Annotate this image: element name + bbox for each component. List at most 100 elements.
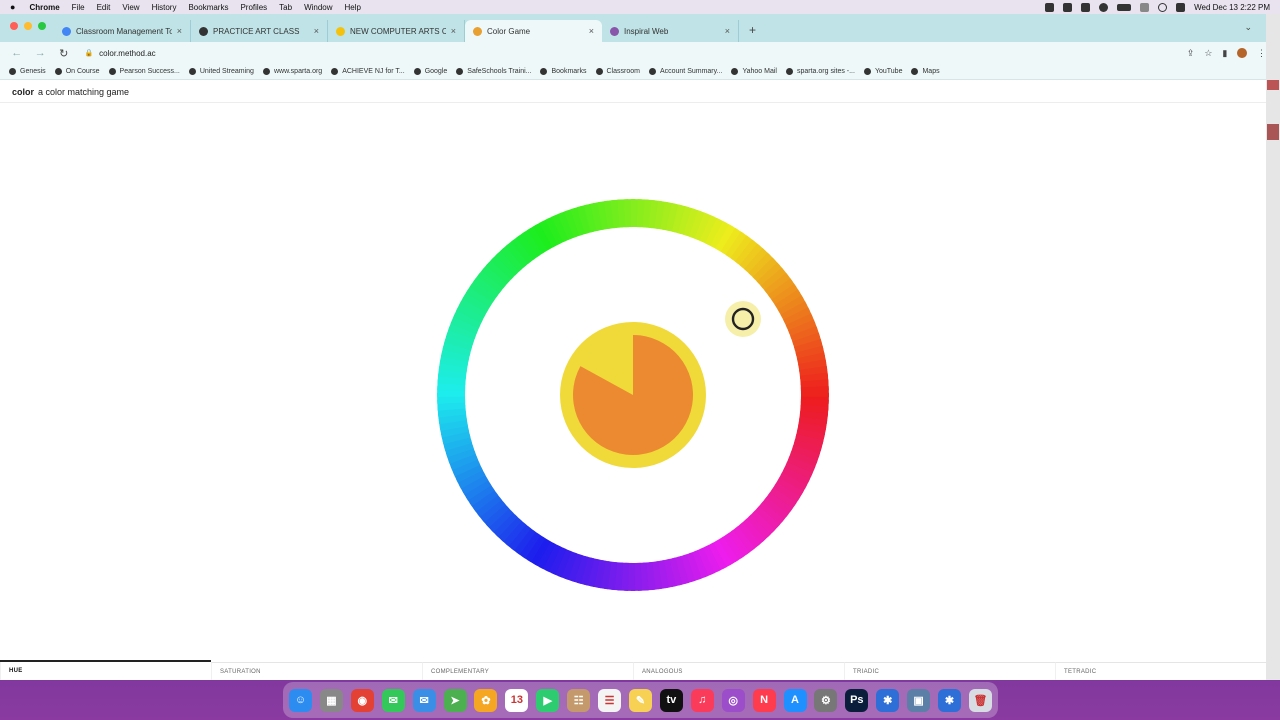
chrome-icon[interactable]: ◉ xyxy=(350,688,374,712)
photoshop-icon[interactable]: Ps xyxy=(845,688,869,712)
launchpad-icon[interactable]: ▦ xyxy=(319,688,343,712)
mode-tab-complementary[interactable]: COMPLEMENTARY xyxy=(422,662,633,680)
lock-icon[interactable]: 🔒 xyxy=(84,49,93,57)
contacts-icon[interactable]: ☷ xyxy=(567,688,591,712)
color-wheel[interactable] xyxy=(437,199,829,591)
maps-icon[interactable]: ➤ xyxy=(443,688,467,712)
menu-history[interactable]: History xyxy=(152,3,177,12)
menu-profiles[interactable]: Profiles xyxy=(240,3,267,12)
tab-active[interactable]: Color Game × xyxy=(465,20,602,42)
close-tab-icon[interactable]: × xyxy=(314,26,319,36)
status-icon[interactable] xyxy=(1081,2,1091,12)
bookmark-favicon-icon xyxy=(54,68,62,75)
notes-icon[interactable]: ✎ xyxy=(628,688,652,712)
minimize-window-button[interactable] xyxy=(24,22,32,30)
bookmark-favicon-icon xyxy=(188,68,196,75)
app-store-icon[interactable]: A xyxy=(783,688,807,712)
apple-icon[interactable]: ● xyxy=(10,2,15,12)
bookmark-item[interactable]: On Course xyxy=(54,68,100,75)
trash-icon[interactable]: 🗑 xyxy=(968,688,992,712)
close-tab-icon[interactable]: × xyxy=(725,26,730,36)
site-header: color a color matching game xyxy=(12,87,129,97)
zoom-window-button[interactable] xyxy=(38,22,46,30)
bookmark-item[interactable]: Yahoo Mail xyxy=(731,68,777,75)
self-service-2-icon[interactable]: ✱ xyxy=(938,688,962,712)
close-tab-icon[interactable]: × xyxy=(589,26,594,36)
preview-icon[interactable]: ▣ xyxy=(907,688,931,712)
menu-file[interactable]: File xyxy=(72,3,85,12)
menu-bookmarks[interactable]: Bookmarks xyxy=(188,3,228,12)
tab-0[interactable]: Classroom Management Tools × xyxy=(54,20,191,42)
tab-search-icon[interactable]: ⌄ xyxy=(1244,22,1252,33)
calendar-icon[interactable]: 13 xyxy=(505,688,529,712)
google-icon xyxy=(62,26,71,36)
bookmark-item[interactable]: Genesis xyxy=(9,68,46,75)
search-icon[interactable] xyxy=(1158,2,1168,12)
close-tab-icon[interactable]: × xyxy=(177,26,182,36)
news-icon[interactable]: N xyxy=(752,688,776,712)
music-icon[interactable]: ♫ xyxy=(690,688,714,712)
bookmark-item[interactable]: Pearson Success... xyxy=(108,68,180,75)
mode-tab-triadic[interactable]: TRIADIC xyxy=(844,662,1055,680)
reminders-icon[interactable]: ☰ xyxy=(598,688,622,712)
facetime-icon[interactable]: ▶ xyxy=(536,688,560,712)
tab-title: Classroom Management Tools xyxy=(76,26,172,36)
bookmark-favicon-icon xyxy=(911,68,919,75)
podcasts-icon[interactable]: ◎ xyxy=(721,688,745,712)
reload-icon[interactable]: ↻ xyxy=(57,47,70,60)
menu-help[interactable]: Help xyxy=(345,3,361,12)
address-bar[interactable]: 🔒 color.method.ac xyxy=(78,45,1176,61)
status-icon[interactable] xyxy=(1063,2,1073,12)
menu-tab[interactable]: Tab xyxy=(279,3,292,12)
messages-icon[interactable]: ✉ xyxy=(381,688,405,712)
finder-icon[interactable]: ☺ xyxy=(289,688,312,712)
classroom-icon xyxy=(199,26,208,36)
bookmark-item[interactable]: Account Summary... xyxy=(648,68,722,75)
battery-icon[interactable] xyxy=(1117,3,1132,11)
bookmark-item[interactable]: www.sparta.org xyxy=(262,68,322,75)
tab-1[interactable]: PRACTICE ART CLASS × xyxy=(191,20,328,42)
menu-window[interactable]: Window xyxy=(304,3,332,12)
new-tab-button[interactable]: + xyxy=(749,23,756,37)
menubar-clock[interactable]: Wed Dec 13 2:22 PM xyxy=(1194,3,1270,12)
menu-view[interactable]: View xyxy=(122,3,139,12)
profile-avatar[interactable] xyxy=(1237,48,1247,58)
side-panel-icon[interactable]: ▮ xyxy=(1222,48,1227,59)
moon-icon[interactable] xyxy=(1099,2,1109,12)
bookmark-item[interactable]: Maps xyxy=(911,68,940,75)
close-tab-icon[interactable]: × xyxy=(451,26,456,36)
mail-icon[interactable]: ✉ xyxy=(412,688,436,712)
mode-tab-tetradic[interactable]: TETRADIC xyxy=(1055,662,1266,680)
control-center-icon[interactable] xyxy=(1176,2,1186,12)
bookmark-item[interactable]: sparta.org sites -... xyxy=(785,68,855,75)
url-text[interactable]: color.method.ac xyxy=(99,49,155,58)
close-window-button[interactable] xyxy=(10,22,18,30)
tab-2[interactable]: NEW COMPUTER ARTS Choice × xyxy=(328,20,465,42)
site-logo[interactable]: color xyxy=(12,87,34,97)
self-service-icon[interactable]: ✱ xyxy=(876,688,900,712)
bookmark-item[interactable]: SafeSchools Traini... xyxy=(456,68,531,75)
forward-icon[interactable]: → xyxy=(33,47,46,59)
tab-4[interactable]: Inspiral Web × xyxy=(602,20,739,42)
system-settings-icon[interactable]: ⚙ xyxy=(814,688,838,712)
mode-tab-saturation[interactable]: SATURATION xyxy=(211,662,422,680)
status-icon[interactable] xyxy=(1045,2,1055,12)
bookmark-item[interactable]: Bookmarks xyxy=(540,68,587,75)
share-icon[interactable]: ⇪ xyxy=(1187,48,1195,59)
mode-tab-analogous[interactable]: ANALOGOUS xyxy=(633,662,844,680)
back-icon[interactable]: ← xyxy=(10,47,23,59)
bookmark-item[interactable]: Google xyxy=(413,68,447,75)
bookmark-item[interactable]: ACHIEVE NJ for T... xyxy=(331,68,405,75)
hue-picker-handle[interactable] xyxy=(725,301,761,337)
tv-icon[interactable]: tv xyxy=(659,688,683,712)
bookmark-star-icon[interactable]: ☆ xyxy=(1204,48,1212,59)
bookmark-item[interactable]: Classroom xyxy=(595,68,640,75)
wifi-icon[interactable] xyxy=(1140,2,1150,12)
kebab-menu-icon[interactable]: ⋮ xyxy=(1257,48,1266,59)
bookmark-item[interactable]: YouTube xyxy=(863,68,902,75)
photos-icon[interactable]: ✿ xyxy=(474,688,498,712)
bookmark-item[interactable]: United Streaming xyxy=(188,68,254,75)
menu-app-name[interactable]: Chrome xyxy=(29,3,59,12)
mode-tab-hue[interactable]: HUE xyxy=(0,662,211,680)
menu-edit[interactable]: Edit xyxy=(97,3,111,12)
